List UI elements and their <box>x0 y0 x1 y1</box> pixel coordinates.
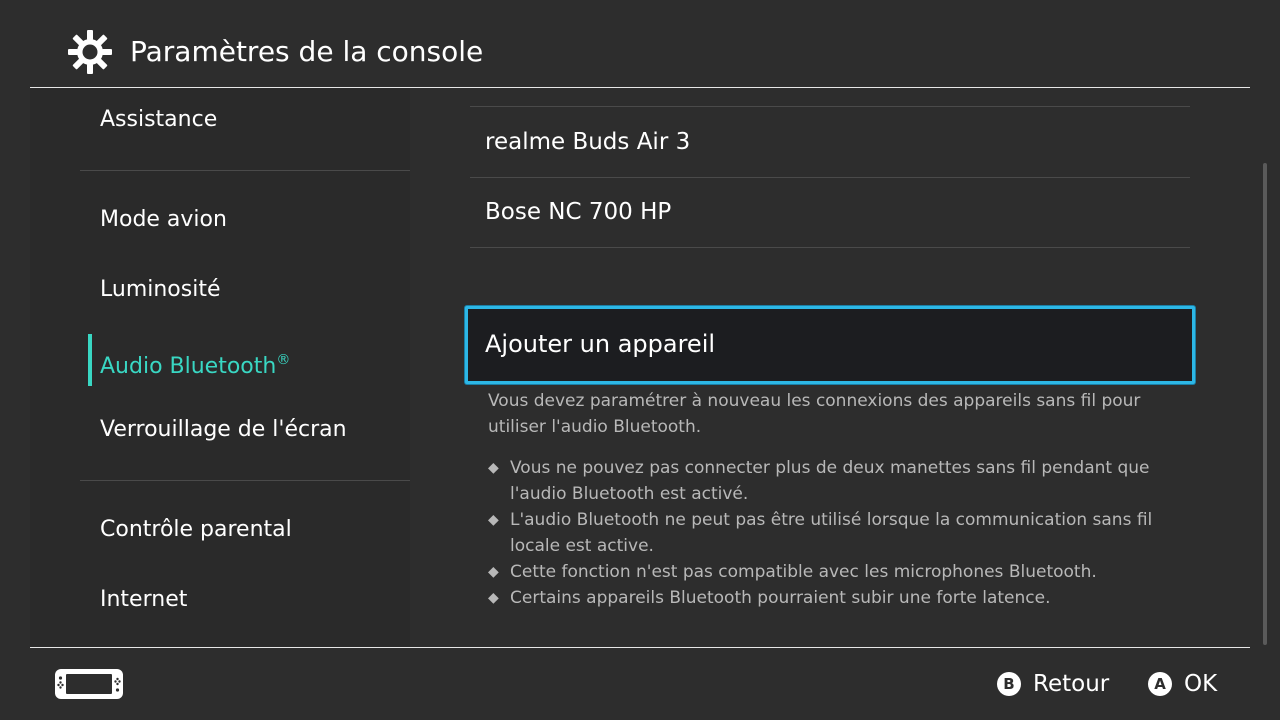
ok-hint[interactable]: A OK <box>1148 668 1217 700</box>
header: Paramètres de la console <box>0 0 1280 88</box>
b-button-icon: B <box>997 672 1021 696</box>
footer-divider <box>30 647 1250 648</box>
device-row[interactable]: realme Buds Air 3 <box>470 106 1190 178</box>
note-text: Vous ne pouvez pas connecter plus de deu… <box>510 458 1150 504</box>
list-item: ◆ L'audio Bluetooth ne peut pas être uti… <box>488 507 1188 559</box>
sidebar-item-label: Verrouillage de l'écran <box>100 417 347 442</box>
diamond-bullet-icon: ◆ <box>488 564 499 580</box>
list-item: ◆ Vous ne pouvez pas connecter plus de d… <box>488 455 1188 507</box>
page-title: Paramètres de la console <box>130 35 484 68</box>
sidebar-item-airplane-mode[interactable]: Mode avion <box>100 205 227 235</box>
scrollbar[interactable] <box>1263 163 1267 645</box>
sidebar-item-label: Luminosité <box>100 277 221 302</box>
sidebar-item-assistance[interactable]: Assistance <box>100 105 217 135</box>
list-item: ◆ Certains appareils Bluetooth pourraien… <box>488 585 1188 611</box>
diamond-bullet-icon: ◆ <box>488 512 499 528</box>
console-icon <box>55 669 123 699</box>
note-text: Cette fonction n'est pas compatible avec… <box>510 562 1097 582</box>
sidebar-item-parental-control[interactable]: Contrôle parental <box>100 515 292 545</box>
active-indicator <box>88 334 92 386</box>
sidebar-divider <box>80 480 410 481</box>
sidebar-divider <box>80 170 410 171</box>
main-content: realme Buds Air 3 Bose NC 700 HP Ajouter… <box>410 88 1280 647</box>
settings-screen: Paramètres de la console Assistance Mode… <box>0 0 1280 720</box>
add-device-label: Ajouter un appareil <box>485 330 716 358</box>
back-label: Retour <box>1033 671 1110 697</box>
sidebar-item-screen-lock[interactable]: Verrouillage de l'écran <box>100 415 347 445</box>
sidebar: Assistance Mode avion Luminosité Audio B… <box>30 88 410 647</box>
device-name: realme Buds Air 3 <box>485 129 691 155</box>
sidebar-item-label: Audio Bluetooth <box>100 354 277 379</box>
a-button-icon: A <box>1148 672 1172 696</box>
notes-list: ◆ Vous ne pouvez pas connecter plus de d… <box>488 455 1188 611</box>
sidebar-item-bluetooth-audio[interactable]: Audio Bluetooth® <box>100 345 290 382</box>
diamond-bullet-icon: ◆ <box>488 590 499 606</box>
add-device-button[interactable]: Ajouter un appareil <box>465 306 1195 384</box>
sidebar-item-label: Assistance <box>100 107 218 132</box>
gear-icon <box>68 30 112 74</box>
ok-label: OK <box>1184 671 1218 697</box>
note-text: Certains appareils Bluetooth pourraient … <box>510 588 1051 608</box>
sidebar-item-brightness[interactable]: Luminosité <box>100 275 221 305</box>
sidebar-item-label: Internet <box>100 587 188 612</box>
diamond-bullet-icon: ◆ <box>488 460 499 476</box>
registered-mark: ® <box>276 352 291 368</box>
note-text: L'audio Bluetooth ne peut pas être utili… <box>510 510 1153 556</box>
description-text: Vous devez paramétrer à nouveau les conn… <box>488 391 1141 437</box>
sidebar-item-label: Mode avion <box>100 207 227 232</box>
sidebar-item-internet[interactable]: Internet <box>100 585 187 615</box>
device-name: Bose NC 700 HP <box>485 199 672 225</box>
device-row[interactable]: Bose NC 700 HP <box>470 177 1190 248</box>
back-hint[interactable]: B Retour <box>997 668 1109 700</box>
list-item: ◆ Cette fonction n'est pas compatible av… <box>488 559 1188 585</box>
sidebar-item-label: Contrôle parental <box>100 517 292 542</box>
